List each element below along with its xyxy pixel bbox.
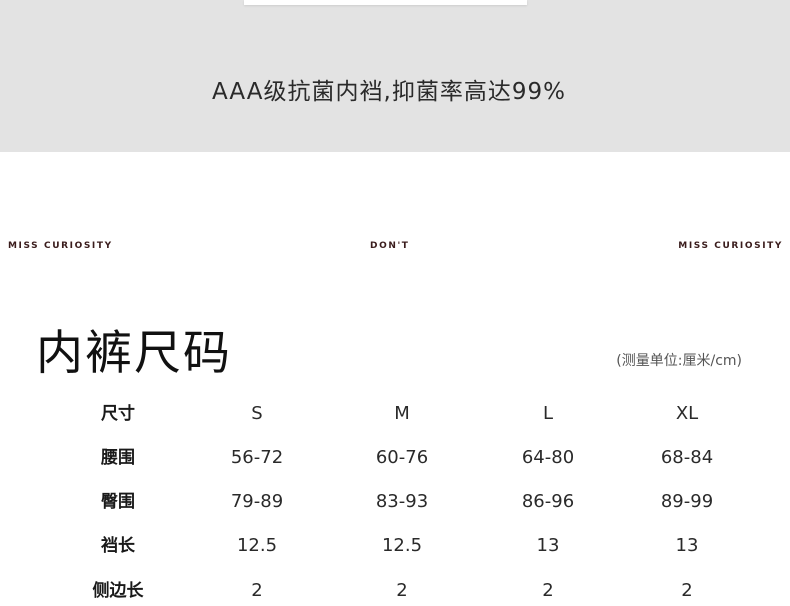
table-cell: 13 — [536, 535, 560, 556]
table-cell: 86-96 — [521, 491, 575, 512]
top-banner: AAA级抗菌内裆,抑菌率高达99% — [0, 0, 790, 152]
row-label: 侧边长 — [92, 581, 144, 601]
table-cell: 60-76 — [375, 447, 429, 468]
table-cell: 2 — [396, 580, 408, 601]
table-cell: 68-84 — [660, 447, 714, 468]
brand-mark-right: MISS CURIOSITY — [678, 241, 783, 251]
table-header-size: S — [251, 403, 263, 424]
table-header-row: 尺寸 S M L XL — [0, 399, 790, 429]
table-cell: 64-80 — [521, 447, 575, 468]
brand-mark-left: MISS CURIOSITY — [8, 241, 113, 251]
table-cell: 12.5 — [381, 535, 423, 556]
table-cell: 2 — [542, 580, 554, 601]
table-header-size: L — [542, 403, 554, 424]
table-row: 裆长 12.5 12.5 13 13 — [0, 531, 790, 561]
unit-note: (测量单位:厘米/cm) — [616, 353, 742, 369]
table-header-label: 尺寸 — [101, 404, 135, 424]
row-label: 裆长 — [101, 536, 135, 556]
table-row: 臀围 79-89 83-93 86-96 89-99 — [0, 487, 790, 517]
table-cell: 12.5 — [236, 535, 278, 556]
page-title: 内裤尺码 — [36, 326, 232, 381]
row-label: 臀围 — [101, 492, 135, 512]
banner-caption: AAA级抗菌内裆,抑菌率高达99% — [212, 79, 566, 105]
table-row: 侧边长 2 2 2 2 — [0, 576, 790, 606]
table-cell: 56-72 — [230, 447, 284, 468]
table-cell: 79-89 — [230, 491, 284, 512]
table-cell: 89-99 — [660, 491, 714, 512]
row-label: 腰围 — [101, 448, 135, 468]
product-image-edge — [244, 0, 527, 5]
brand-mark-center: DON'T — [370, 241, 410, 251]
table-row: 腰围 56-72 60-76 64-80 68-84 — [0, 443, 790, 473]
table-header-size: XL — [675, 403, 699, 424]
table-header-size: M — [394, 403, 410, 424]
table-cell: 83-93 — [375, 491, 429, 512]
table-cell: 2 — [251, 580, 263, 601]
table-cell: 2 — [681, 580, 693, 601]
table-cell: 13 — [675, 535, 699, 556]
